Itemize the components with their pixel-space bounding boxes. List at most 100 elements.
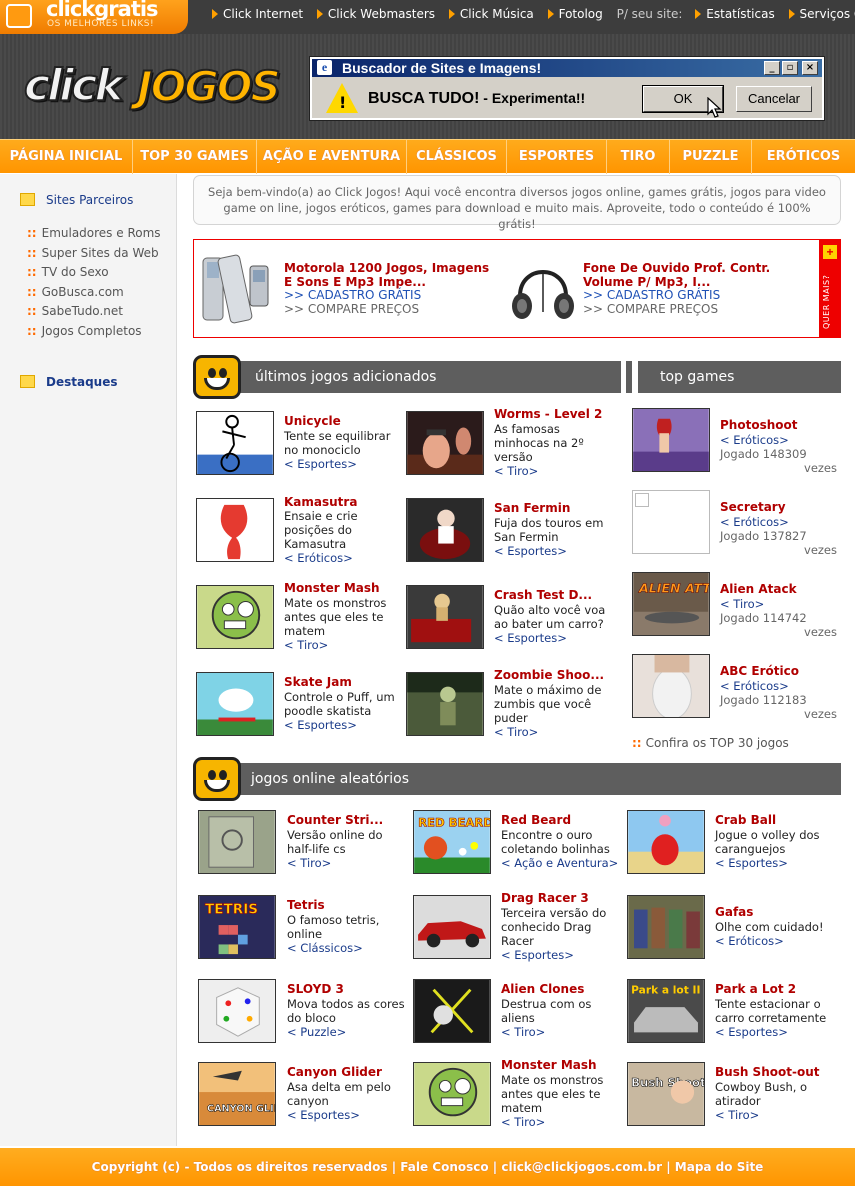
search-promo-dialog[interactable]: e Buscador de Sites e Imagens! _ ▫ × ! B…	[309, 56, 825, 121]
top-game-category[interactable]: < Eróticos>	[720, 515, 789, 529]
game-title[interactable]: Monster Mash	[501, 1058, 597, 1072]
game-title[interactable]: Zoombie Shoo...	[494, 668, 604, 682]
game-thumb-skate-jam[interactable]	[196, 672, 274, 736]
footer[interactable]: Copyright (c) - Todos os direitos reserv…	[0, 1148, 855, 1186]
game-thumb-tetris[interactable]: TETRIS	[198, 895, 276, 959]
game-title[interactable]: Red Beard	[501, 813, 571, 827]
game-title[interactable]: Worms - Level 2	[494, 407, 602, 421]
top-30-link[interactable]: :: Confira os TOP 30 jogos	[632, 736, 789, 750]
game-category-link[interactable]: < Esportes>	[494, 631, 567, 645]
partner-link[interactable]: :: Emuladores e Roms	[27, 224, 161, 244]
ad-more-tab[interactable]: + QUER MAIS?	[819, 239, 841, 338]
top-link-click-webmasters[interactable]: Click Webmasters	[316, 7, 435, 21]
top-game-title[interactable]: Secretary	[720, 500, 786, 514]
game-category-link[interactable]: < Tiro>	[715, 1108, 759, 1122]
game-category-link[interactable]: < Tiro>	[501, 1025, 545, 1039]
game-category-link[interactable]: < Esportes>	[284, 718, 357, 732]
game-thumb-drag-racer[interactable]	[413, 895, 491, 959]
game-category-link[interactable]: < Eróticos>	[284, 551, 353, 565]
game-category-link[interactable]: < Tiro>	[287, 856, 331, 870]
game-thumb-gafas[interactable]	[627, 895, 705, 959]
game-title[interactable]: Bush Shoot-out	[715, 1065, 819, 1079]
game-title[interactable]: Drag Racer 3	[501, 891, 589, 905]
maximize-icon[interactable]: ▫	[782, 61, 798, 75]
partner-link[interactable]: :: Jogos Completos	[27, 322, 161, 342]
partner-link[interactable]: :: Super Sites da Web	[27, 244, 161, 264]
game-thumb-monster-mash-2[interactable]	[413, 1062, 491, 1126]
game-thumb-worms[interactable]	[406, 411, 484, 475]
game-thumb-abc-erotico[interactable]	[632, 654, 710, 718]
game-category-link[interactable]: < Esportes>	[494, 544, 567, 558]
partner-link[interactable]: :: GoBusca.com	[27, 283, 161, 303]
partner-link[interactable]: :: TV do Sexo	[27, 263, 161, 283]
game-thumb-photoshoot[interactable]	[632, 408, 710, 472]
game-thumb-crash-test[interactable]	[406, 585, 484, 649]
game-thumb-crab-ball[interactable]	[627, 810, 705, 874]
game-category-link[interactable]: < Esportes>	[501, 948, 574, 962]
clickjogos-logo[interactable]: click JOGOS	[23, 59, 282, 120]
headphones-product-image[interactable]	[508, 252, 578, 328]
top-game-category[interactable]: < Eróticos>	[720, 679, 789, 693]
nav-acao-aventura[interactable]: AÇÃO E AVENTURA	[257, 140, 407, 174]
game-title[interactable]: Park a Lot 2	[715, 982, 796, 996]
game-category-link[interactable]: < Tiro>	[494, 725, 538, 739]
game-title[interactable]: Counter Stri...	[287, 813, 383, 827]
game-thumb-counter-strike[interactable]	[198, 810, 276, 874]
game-category-link[interactable]: < Esportes>	[284, 457, 357, 471]
nav-tiro[interactable]: TIRO	[607, 140, 670, 174]
game-thumb-red-beard[interactable]: RED BEARD	[413, 810, 491, 874]
nav-puzzle[interactable]: PUZZLE	[670, 140, 752, 174]
game-title[interactable]: Crash Test D...	[494, 588, 592, 602]
game-thumb-kamasutra[interactable]	[196, 498, 274, 562]
game-thumb-secretary[interactable]	[632, 490, 710, 554]
game-thumb-park-a-lot[interactable]: Park a lot II	[627, 979, 705, 1043]
game-title[interactable]: Gafas	[715, 905, 753, 919]
game-thumb-canyon-glider[interactable]: CANYON GLIDER	[198, 1062, 276, 1126]
minimize-icon[interactable]: _	[764, 61, 780, 75]
game-category-link[interactable]: < Tiro>	[284, 638, 328, 652]
ad-compare-link-1[interactable]: >> COMPARE PREÇOS	[284, 302, 419, 316]
phone-product-image[interactable]	[200, 252, 270, 328]
nav-top-30-games[interactable]: TOP 30 GAMES	[133, 140, 257, 174]
top-game-title[interactable]: Alien Atack	[720, 582, 797, 596]
top-link-servicos-gratis[interactable]: Serviços Grátis	[788, 7, 855, 21]
game-title[interactable]: Skate Jam	[284, 675, 352, 689]
game-title[interactable]: Monster Mash	[284, 581, 380, 595]
game-category-link[interactable]: < Ação e Aventura>	[501, 856, 618, 870]
game-category-link[interactable]: < Clássicos>	[287, 941, 363, 955]
ad-cadastro-link-2[interactable]: >> CADASTRO GRÁTIS	[583, 288, 720, 302]
game-thumb-unicycle[interactable]	[196, 411, 274, 475]
game-thumb-alien-atack[interactable]: ALIEN ATTACK	[632, 572, 710, 636]
ad-compare-link-2[interactable]: >> COMPARE PREÇOS	[583, 302, 718, 316]
top-link-click-internet[interactable]: Click Internet	[212, 7, 303, 21]
game-thumb-sloyd[interactable]	[198, 979, 276, 1043]
game-title[interactable]: Crab Ball	[715, 813, 776, 827]
game-thumb-alien-clones[interactable]	[413, 979, 491, 1043]
game-thumb-monster-mash[interactable]	[196, 585, 274, 649]
top-game-title[interactable]: ABC Erótico	[720, 664, 799, 678]
ad-cadastro-link-1[interactable]: >> CADASTRO GRÁTIS	[284, 288, 421, 302]
nav-esportes[interactable]: ESPORTES	[507, 140, 607, 174]
game-title[interactable]: Canyon Glider	[287, 1065, 382, 1079]
top-link-click-musica[interactable]: Click Música	[448, 7, 534, 21]
top-link-fotolog[interactable]: Fotolog	[547, 7, 603, 21]
game-thumb-bush-shootout[interactable]: Bush Shoot-Out	[627, 1062, 705, 1126]
top-game-category[interactable]: < Tiro>	[720, 597, 764, 611]
game-title[interactable]: SLOYD 3	[287, 982, 344, 996]
game-category-link[interactable]: < Tiro>	[494, 464, 538, 478]
game-category-link[interactable]: < Esportes>	[287, 1108, 360, 1122]
game-title[interactable]: Alien Clones	[501, 982, 584, 996]
cancel-button[interactable]: Cancelar	[736, 86, 812, 112]
game-category-link[interactable]: < Eróticos>	[715, 934, 784, 948]
top-game-title[interactable]: Photoshoot	[720, 418, 797, 432]
ad-title-1[interactable]: Motorola 1200 Jogos, Imagens E Sons E Mp…	[284, 261, 499, 289]
close-icon[interactable]: ×	[802, 61, 818, 75]
game-category-link[interactable]: < Tiro>	[501, 1115, 545, 1129]
game-thumb-san-fermin[interactable]	[406, 498, 484, 562]
game-title[interactable]: San Fermin	[494, 501, 570, 515]
game-title[interactable]: Unicycle	[284, 414, 341, 428]
game-title[interactable]: Kamasutra	[284, 495, 357, 509]
partner-link[interactable]: :: SabeTudo.net	[27, 302, 161, 322]
nav-pagina-inicial[interactable]: PÁGINA INICIAL	[0, 140, 133, 174]
game-title[interactable]: Tetris	[287, 898, 325, 912]
